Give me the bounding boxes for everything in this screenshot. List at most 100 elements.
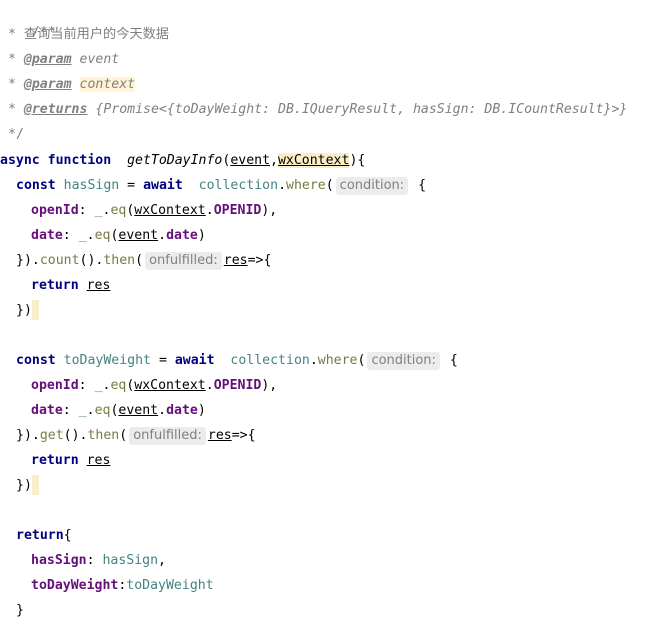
paren: (: [119, 428, 128, 443]
paren-brace: ){: [349, 153, 366, 168]
code-line: const toDayWeight = await collection.whe…: [0, 350, 458, 372]
param-tag: @param: [23, 77, 72, 92]
eq-call[interactable]: eq: [95, 228, 111, 243]
const-keyword: const: [16, 178, 56, 193]
hassign-key: hasSign: [31, 553, 87, 568]
code-line: }: [0, 600, 24, 622]
underscore-ref: _: [78, 403, 87, 418]
return-keyword: return: [31, 278, 79, 293]
code-line: return{: [0, 525, 72, 547]
comment-star: *: [8, 77, 16, 92]
code-line: * @returns {Promise<{toDayWeight: DB.IQu…: [0, 99, 627, 121]
dot: .: [86, 228, 95, 243]
param-hint-onfulfilled: onfulfilled:: [145, 252, 222, 270]
openid-key: openId: [31, 378, 79, 393]
code-line: /**: [0, 0, 56, 40]
brace: {: [449, 353, 458, 368]
brace-match-marker: [31, 475, 39, 495]
paren: (: [357, 353, 366, 368]
brace: {: [63, 528, 72, 543]
res-param[interactable]: res: [224, 253, 248, 268]
param-event: event: [79, 52, 120, 67]
function-keyword: function: [47, 153, 112, 168]
date-prop: date: [166, 403, 198, 418]
code-line: date: _.eq(event.date): [0, 225, 206, 247]
dot: .: [278, 178, 287, 193]
arrow: =>{: [247, 253, 272, 268]
close-chain: }).: [16, 253, 40, 268]
res-ref[interactable]: res: [87, 453, 111, 468]
return-keyword: return: [31, 453, 79, 468]
code-line: * 查询当前用户的今天数据: [0, 24, 169, 46]
count-call[interactable]: count: [40, 253, 80, 268]
then-call[interactable]: then: [87, 428, 119, 443]
code-line: hasSign: hasSign,: [0, 550, 166, 572]
const-keyword: const: [16, 353, 56, 368]
brace: {: [418, 178, 427, 193]
code-line: * @param event: [0, 49, 119, 71]
underscore-ref: _: [78, 228, 87, 243]
variable-todayweight[interactable]: toDayWeight: [64, 353, 151, 368]
paren: ): [197, 403, 206, 418]
close-chain: }).: [16, 428, 40, 443]
todayweight-value[interactable]: toDayWeight: [126, 578, 213, 593]
arrow: =>{: [231, 428, 256, 443]
close-callback: }): [16, 303, 32, 318]
openid-prop: OPENID: [213, 378, 262, 393]
comma: ,: [158, 553, 166, 568]
function-name[interactable]: getToDayInfo: [127, 153, 222, 168]
eq-call[interactable]: eq: [110, 378, 126, 393]
openid-key: openId: [31, 203, 79, 218]
call-dot: ().: [63, 428, 88, 443]
return-keyword: return: [16, 528, 64, 543]
todayweight-key: toDayWeight: [31, 578, 119, 593]
paren-comma: ),: [261, 378, 278, 393]
hassign-value[interactable]: hasSign: [102, 553, 158, 568]
res-ref[interactable]: res: [87, 278, 111, 293]
colon: :: [78, 203, 95, 218]
get-call[interactable]: get: [40, 428, 64, 443]
paren: (: [135, 253, 144, 268]
where-call[interactable]: where: [286, 178, 326, 193]
code-line: return res: [0, 450, 110, 472]
collection-ref[interactable]: collection: [230, 353, 309, 368]
dot: .: [158, 403, 167, 418]
eq-call[interactable]: eq: [110, 203, 126, 218]
call-dot: ().: [79, 253, 104, 268]
param-hint-condition: condition:: [335, 177, 409, 195]
dot: .: [158, 228, 167, 243]
code-line: async function getToDayInfo(event,wxCont…: [0, 150, 365, 172]
code-editor[interactable]: /** * 查询当前用户的今天数据 * @param event * @para…: [0, 0, 666, 624]
openid-prop: OPENID: [213, 203, 262, 218]
then-call[interactable]: then: [103, 253, 135, 268]
param-hint-onfulfilled: onfulfilled:: [129, 427, 206, 445]
dot: .: [309, 353, 318, 368]
dot: .: [205, 203, 214, 218]
wxcontext-ref[interactable]: wxContext: [134, 203, 205, 218]
event-ref[interactable]: event: [118, 228, 158, 243]
collection-ref[interactable]: collection: [199, 178, 278, 193]
param-tag: @param: [23, 52, 72, 67]
comment-description: 查询当前用户的今天数据: [23, 27, 169, 42]
date-prop: date: [166, 228, 198, 243]
param-hint-condition: condition:: [367, 352, 440, 370]
comment-close: */: [8, 127, 24, 142]
where-call[interactable]: where: [318, 353, 358, 368]
code-line: }).count().then(onfulfilled: res=>{: [0, 250, 271, 272]
paren: ): [197, 228, 206, 243]
returns-tag: @returns: [23, 102, 88, 117]
param-event[interactable]: event: [230, 153, 270, 168]
res-param[interactable]: res: [208, 428, 232, 443]
code-line: toDayWeight:toDayWeight: [31, 578, 214, 593]
param-wxcontext[interactable]: wxContext: [277, 153, 350, 168]
await-keyword: await: [174, 353, 215, 368]
event-ref[interactable]: event: [118, 403, 158, 418]
code-line: openId: _.eq(wxContext.OPENID),: [0, 200, 277, 222]
param-context: context: [79, 77, 136, 92]
colon: :: [62, 403, 79, 418]
eq-call[interactable]: eq: [95, 403, 111, 418]
variable-hassign[interactable]: hasSign: [64, 178, 120, 193]
wxcontext-ref[interactable]: wxContext: [134, 378, 205, 393]
colon: :: [78, 378, 95, 393]
close-callback: }): [16, 478, 32, 493]
